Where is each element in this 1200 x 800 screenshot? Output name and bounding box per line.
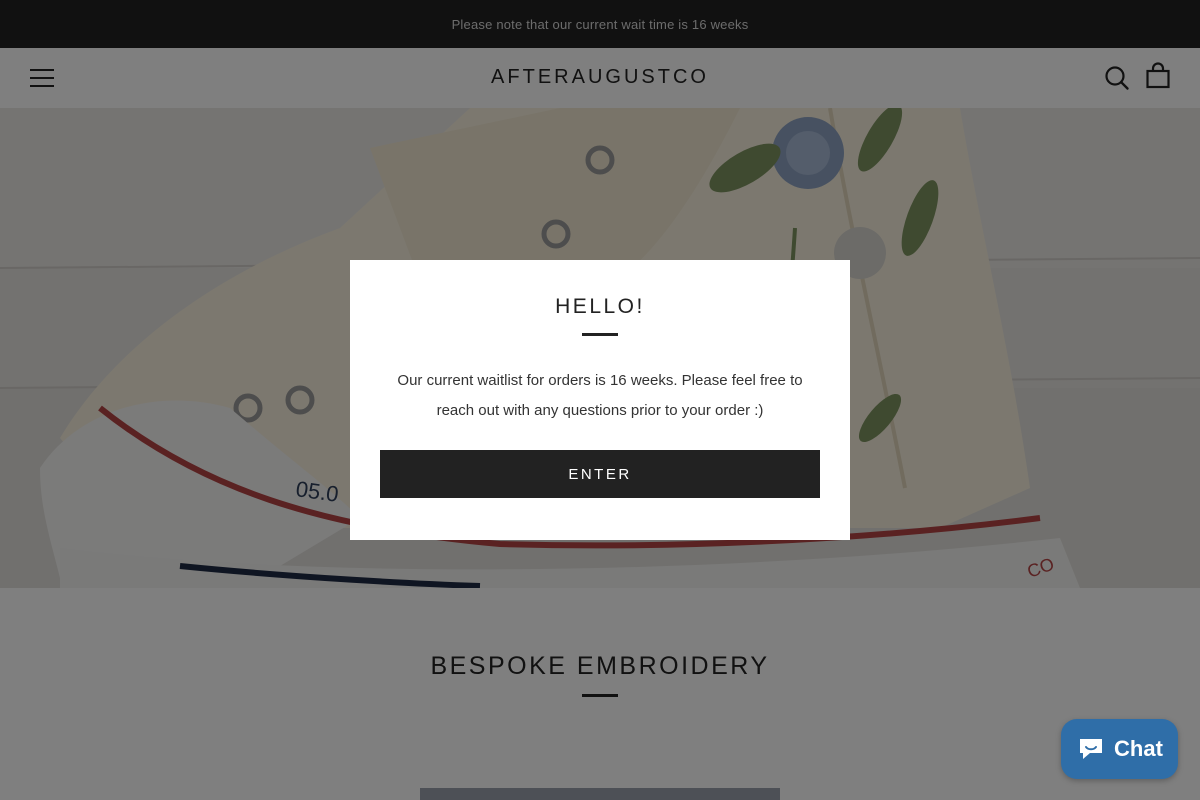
modal-divider — [582, 333, 618, 336]
modal-message: Our current waitlist for orders is 16 we… — [397, 372, 803, 419]
modal-title: HELLO! — [555, 295, 645, 318]
enter-button[interactable]: ENTER — [380, 450, 820, 498]
welcome-modal: HELLO! Our current waitlist for orders i… — [350, 260, 850, 540]
chat-button[interactable]: Chat — [1061, 719, 1178, 779]
chat-bubble-icon — [1080, 739, 1103, 759]
chat-label: Chat — [1114, 736, 1163, 761]
